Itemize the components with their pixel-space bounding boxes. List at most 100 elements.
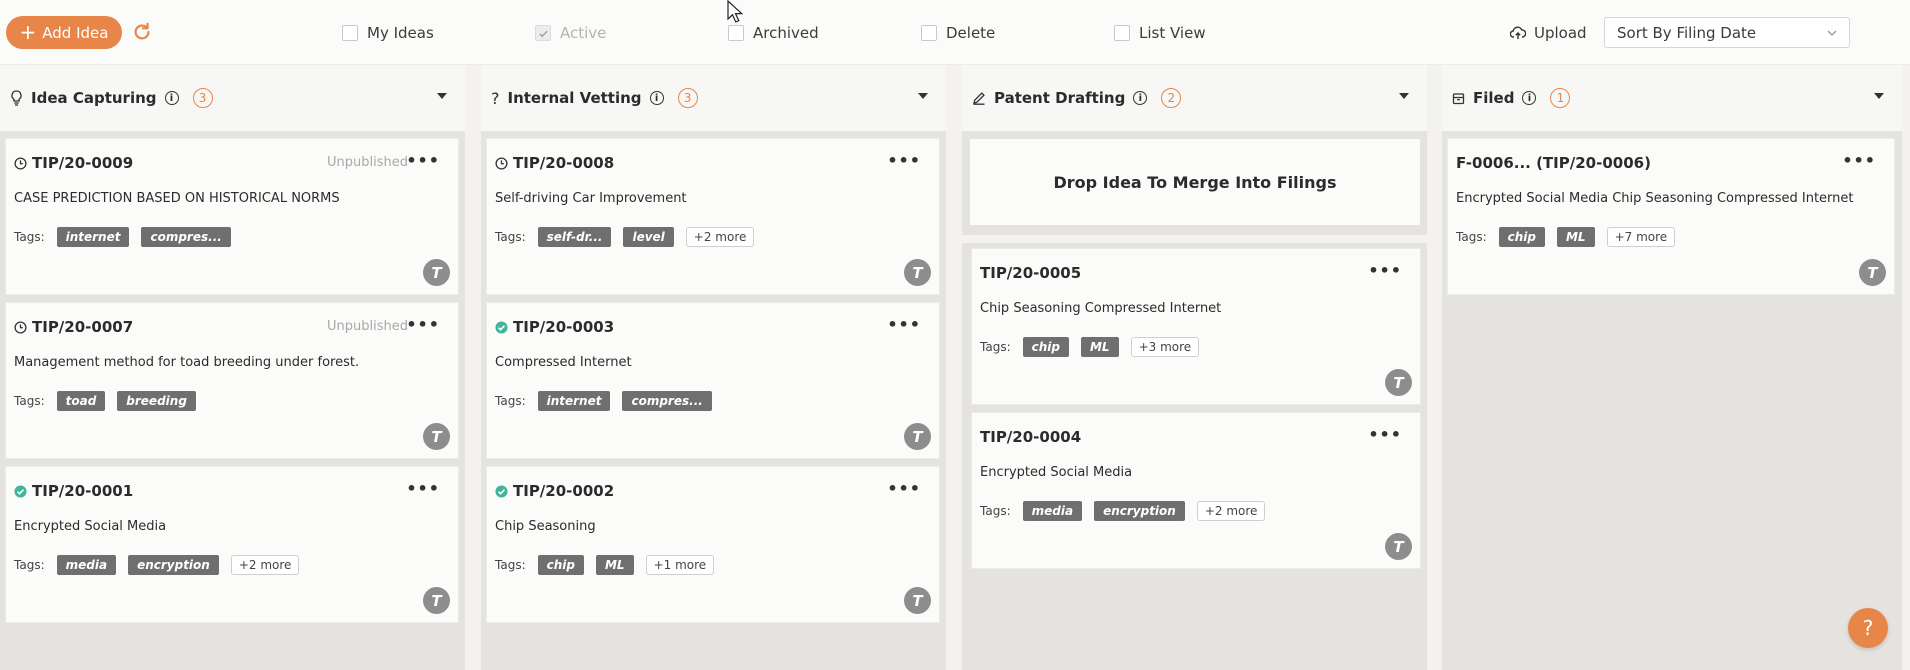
tag-chip[interactable]: chip [1498,227,1545,247]
status-badge: Unpublished [327,319,408,334]
checkbox-box-checked[interactable] [535,25,551,41]
more-options-icon[interactable]: ••• [406,479,440,498]
idea-card[interactable]: TIP/20-0004 ••• Encrypted Social Media T… [972,413,1420,568]
upload-label: Upload [1534,24,1587,42]
more-options-icon[interactable]: ••• [1842,151,1876,170]
avatar[interactable]: T [1859,259,1886,286]
tag-chip[interactable]: media [1022,501,1083,521]
info-icon[interactable]: i [164,91,179,105]
column-header: Filed i 1 [1442,65,1902,131]
caret-down-icon[interactable] [437,93,447,99]
info-icon[interactable]: i [1133,91,1148,105]
caret-down-icon[interactable] [1874,93,1884,99]
merge-drop-zone[interactable]: Drop Idea To Merge Into Filings [970,139,1420,225]
idea-card[interactable]: TIP/20-0007 Unpublished ••• Management m… [6,303,458,458]
sort-select[interactable]: Sort By Filing Date [1604,17,1850,48]
more-options-icon[interactable]: ••• [406,151,440,170]
more-options-icon[interactable]: ••• [887,151,921,170]
tag-chip[interactable]: toad [56,391,106,411]
tag-chip[interactable]: breeding [117,391,196,411]
active-checkbox[interactable]: Active [535,24,606,42]
column-idea-capturing: Idea Capturing i 3 TIP/20-0009 Unpublish… [0,65,465,670]
avatar[interactable]: T [1385,533,1412,560]
avatar[interactable]: T [904,423,931,450]
idea-card[interactable]: TIP/20-0009 Unpublished ••• CASE PREDICT… [6,139,458,294]
tag-chip[interactable]: compres... [141,227,231,247]
more-tags-button[interactable]: +2 more [1196,501,1266,521]
tag-chip[interactable]: encryption [128,555,219,575]
info-icon[interactable]: i [1522,91,1537,105]
more-options-icon[interactable]: ••• [887,479,921,498]
help-button[interactable]: ? [1848,608,1888,648]
tag-chip[interactable]: chip [1022,337,1069,357]
plus-icon: + [19,19,37,44]
idea-card[interactable]: TIP/20-0001 ••• Encrypted Social Media T… [6,467,458,622]
idea-card[interactable]: TIP/20-0002 ••• Chip Seasoning Tags: chi… [487,467,939,622]
card-id: TIP/20-0003 [513,318,615,336]
more-options-icon[interactable]: ••• [887,315,921,334]
column-count: 3 [192,88,213,108]
more-tags-button[interactable]: +2 more [685,227,755,247]
delete-checkbox[interactable]: Delete [921,24,995,42]
tags-label: Tags: [14,230,45,244]
column-body: Drop Idea To Merge Into Filings TIP/20-0… [962,131,1427,670]
more-tags-button[interactable]: +3 more [1130,337,1200,357]
avatar[interactable]: T [423,587,450,614]
tag-chip[interactable]: level [623,227,674,247]
tag-chip[interactable]: chip [537,555,584,575]
column-count: 1 [1550,88,1571,108]
more-tags-button[interactable]: +7 more [1606,227,1676,247]
avatar[interactable]: T [904,259,931,286]
upload-button[interactable]: Upload [1510,24,1587,42]
avatar[interactable]: T [423,259,450,286]
tag-chip[interactable]: self-dr... [537,227,612,247]
more-options-icon[interactable]: ••• [1368,261,1402,280]
my-ideas-checkbox[interactable]: My Ideas [342,24,434,42]
idea-card[interactable]: TIP/20-0005 ••• Chip Seasoning Compresse… [972,249,1420,404]
avatar[interactable]: T [1385,369,1412,396]
avatar[interactable]: T [904,587,931,614]
column-title: Filed [1473,89,1515,107]
info-icon[interactable]: i [649,91,664,105]
add-idea-button[interactable]: + Add Idea [6,16,122,49]
refresh-icon[interactable] [131,21,153,43]
idea-card[interactable]: TIP/20-0003 ••• Compressed Internet Tags… [487,303,939,458]
toolbar: + Add Idea My Ideas Active Archived Dele… [0,0,1910,65]
verified-check-icon [495,484,508,498]
checkbox-box[interactable] [921,25,937,41]
checkbox-box[interactable] [342,25,358,41]
column-header: Idea Capturing i 3 [0,65,465,131]
tag-chip[interactable]: internet [56,227,130,247]
checkbox-box[interactable] [728,25,744,41]
caret-down-icon[interactable] [918,93,928,99]
archived-checkbox[interactable]: Archived [728,24,819,42]
card-description: Self-driving Car Improvement [495,191,687,206]
card-description: Management method for toad breeding unde… [14,355,360,370]
caret-down-icon[interactable] [1399,93,1409,99]
list-view-checkbox[interactable]: List View [1114,24,1206,42]
tag-chip[interactable]: compres... [622,391,712,411]
tag-chip[interactable]: internet [537,391,611,411]
filing-card[interactable]: F-0006... (TIP/20-0006) ••• Encrypted So… [1448,139,1894,294]
card-description: CASE PREDICTION BASED ON HISTORICAL NORM… [14,191,340,206]
more-options-icon[interactable]: ••• [1368,425,1402,444]
list-view-label: List View [1139,24,1206,42]
column-body: F-0006... (TIP/20-0006) ••• Encrypted So… [1442,131,1902,670]
checkbox-box[interactable] [1114,25,1130,41]
more-tags-button[interactable]: +1 more [645,555,715,575]
tag-chip[interactable]: ML [1556,227,1595,247]
tag-chip[interactable]: media [56,555,117,575]
tags-label: Tags: [1456,230,1487,244]
more-options-icon[interactable]: ••• [406,315,440,334]
tag-chip[interactable]: encryption [1094,501,1185,521]
tag-chip[interactable]: ML [1080,337,1119,357]
idea-card[interactable]: TIP/20-0008 ••• Self-driving Car Improve… [487,139,939,294]
active-label: Active [560,24,607,42]
card-id: F-0006... (TIP/20-0006) [1456,154,1651,172]
avatar[interactable]: T [423,423,450,450]
pencil-icon [973,92,985,105]
clock-icon [14,156,27,170]
tag-chip[interactable]: ML [595,555,634,575]
card-id: TIP/20-0002 [513,482,615,500]
more-tags-button[interactable]: +2 more [230,555,300,575]
